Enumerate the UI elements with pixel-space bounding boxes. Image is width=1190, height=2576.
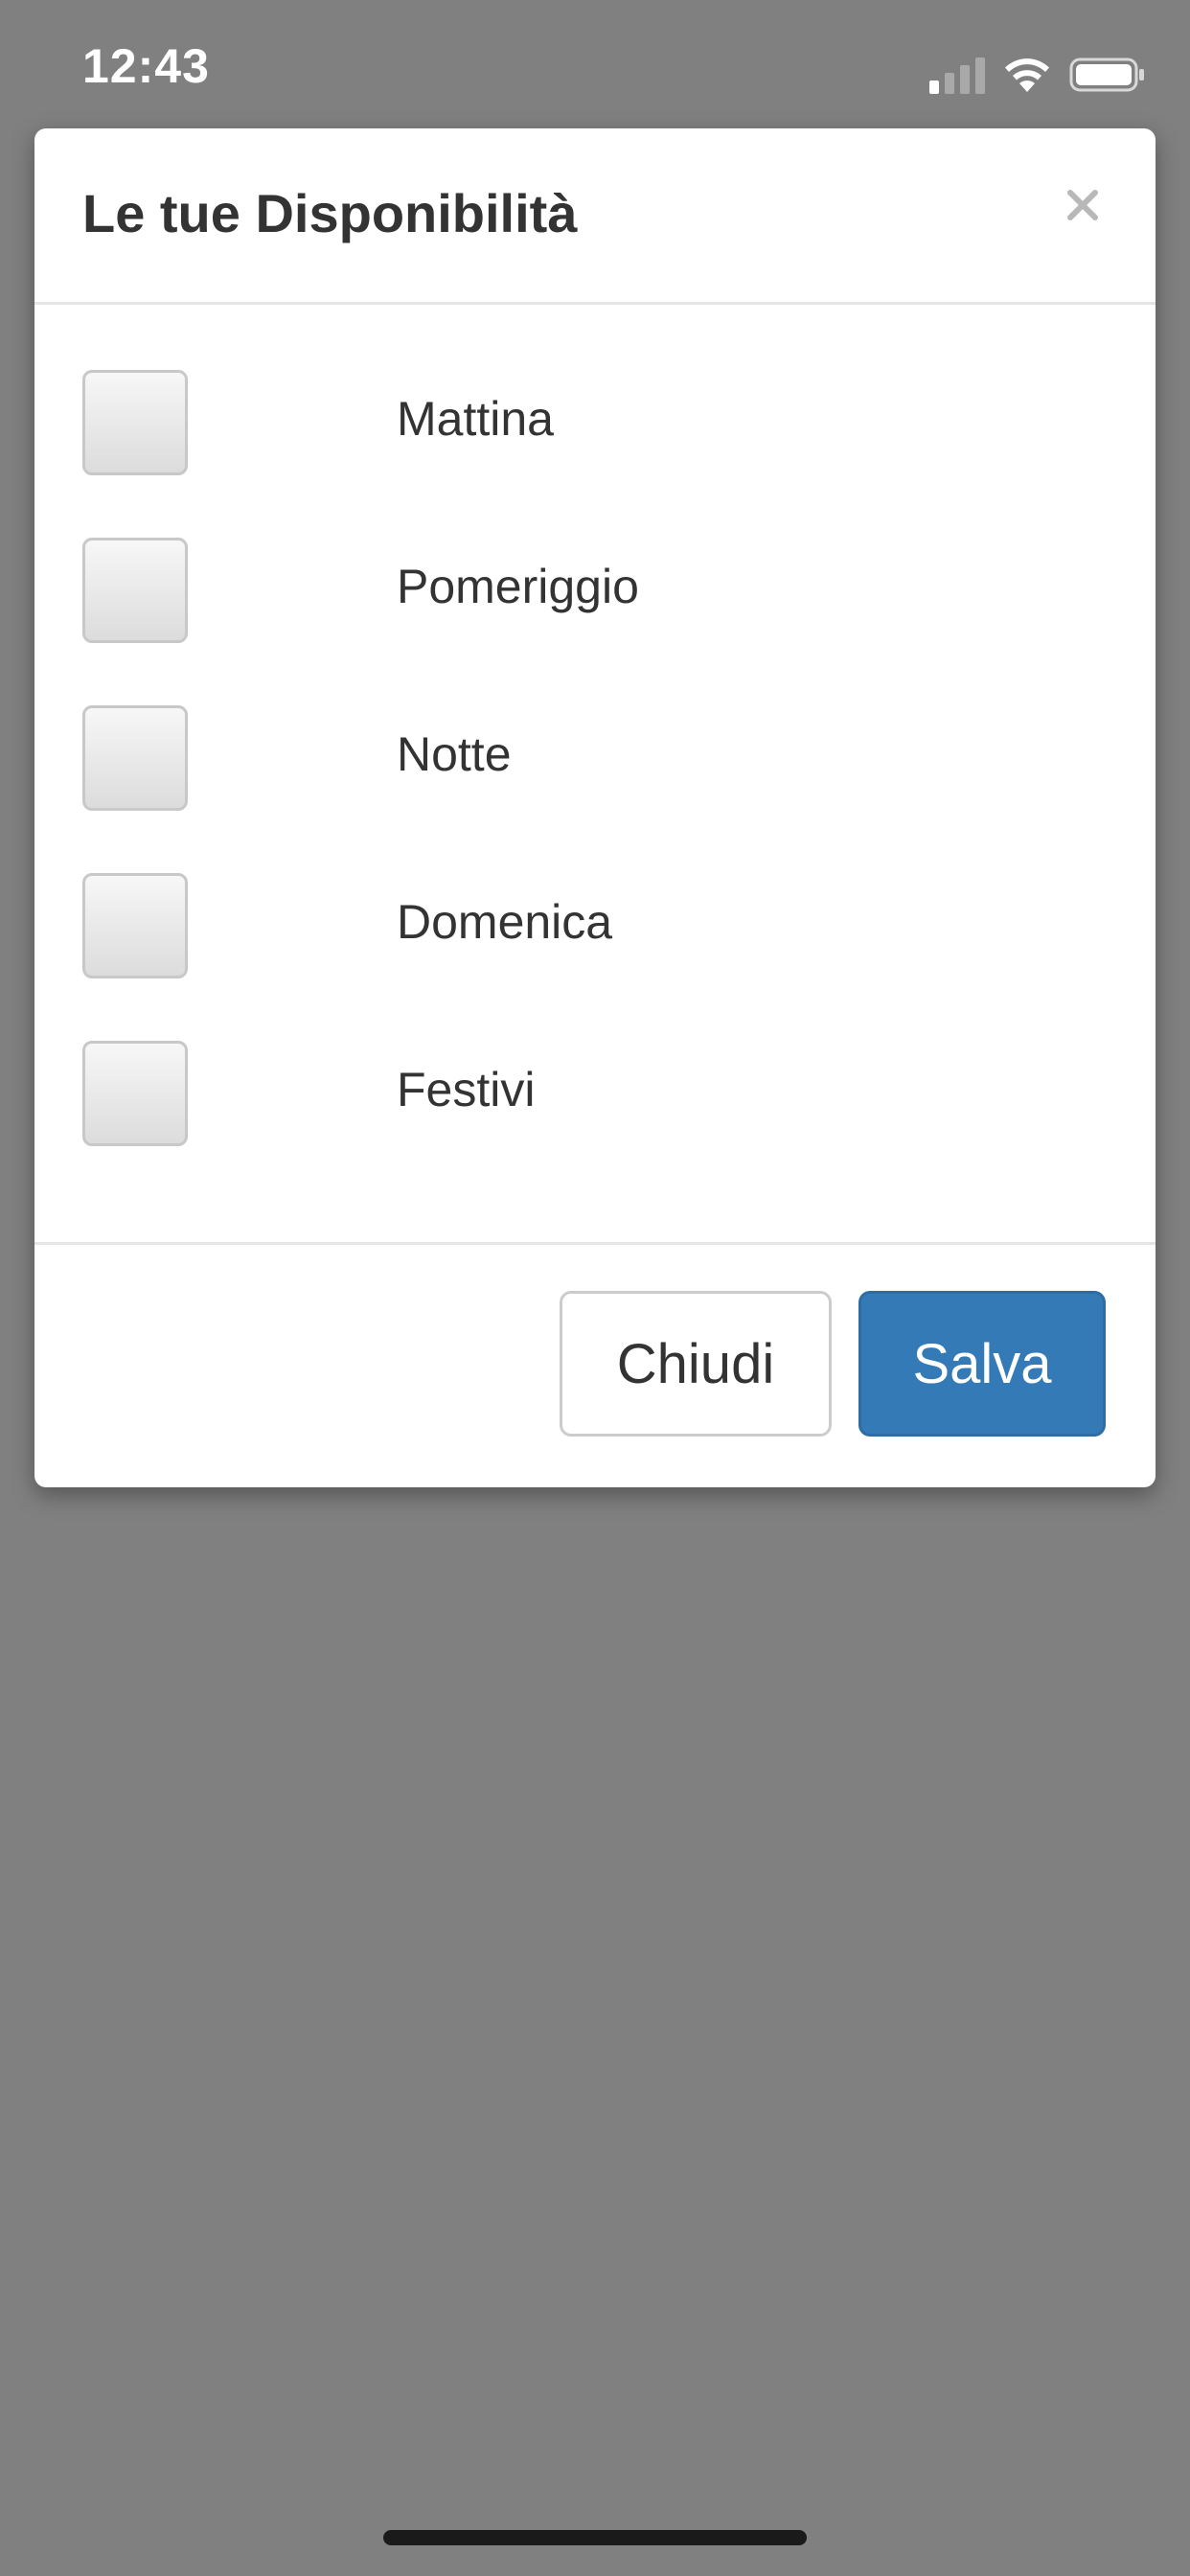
option-row-notte[interactable]: Notte: [82, 705, 1108, 815]
modal-header: Le tue Disponibilità: [34, 128, 1156, 305]
status-bar: 12:43: [0, 0, 1190, 134]
option-row-mattina[interactable]: Mattina: [82, 370, 1108, 479]
battery-icon: [1069, 56, 1146, 94]
status-time: 12:43: [82, 39, 210, 93]
option-label-notte: Notte: [397, 727, 512, 781]
option-row-pomeriggio[interactable]: Pomeriggio: [82, 538, 1108, 647]
cellular-signal-icon: [929, 56, 985, 94]
option-label-domenica: Domenica: [397, 895, 613, 949]
checkbox-mattina[interactable]: [82, 370, 188, 475]
option-label-pomeriggio: Pomeriggio: [397, 560, 639, 613]
home-indicator: [383, 2530, 807, 2545]
wifi-icon: [1002, 56, 1052, 94]
salva-button[interactable]: Salva: [858, 1291, 1106, 1437]
chiudi-button[interactable]: Chiudi: [560, 1291, 832, 1437]
option-label-mattina: Mattina: [397, 392, 554, 446]
option-row-festivi[interactable]: Festivi: [82, 1041, 1108, 1150]
option-label-festivi: Festivi: [397, 1063, 536, 1116]
modal-body: Mattina Pomeriggio Notte Domenica Festiv…: [34, 305, 1156, 1374]
option-row-domenica[interactable]: Domenica: [82, 873, 1108, 982]
checkbox-pomeriggio[interactable]: [82, 538, 188, 643]
checkbox-festivi[interactable]: [82, 1041, 188, 1146]
checkbox-domenica[interactable]: [82, 873, 188, 978]
close-icon: [1067, 190, 1098, 220]
checkbox-notte[interactable]: [82, 705, 188, 811]
status-icons: [929, 52, 1146, 94]
modal-footer: Chiudi Salva: [34, 1242, 1156, 1487]
availability-modal: Le tue Disponibilità Mattina Pomeriggio …: [34, 128, 1156, 1487]
modal-title: Le tue Disponibilità: [82, 183, 578, 243]
close-button[interactable]: [1048, 171, 1117, 240]
